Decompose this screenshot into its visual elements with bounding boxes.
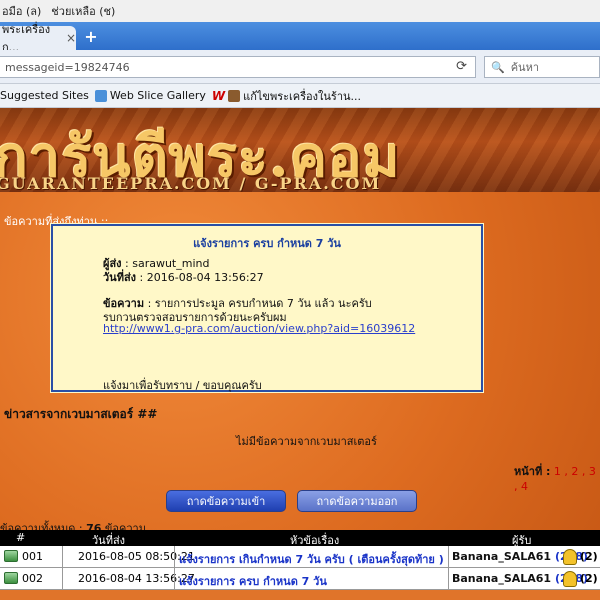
navigation-bar: messageid=19824746 ⟳ 🔍 ค้นหา <box>0 50 600 84</box>
row-count: (2) <box>580 550 598 563</box>
row-subject[interactable]: แจ้งรายการ ครบ กำหนด 7 วัน <box>179 572 327 590</box>
address-text: messageid=19824746 <box>5 60 130 74</box>
divider <box>174 568 175 590</box>
header-number: # <box>16 531 26 544</box>
bookmark-label: Web Slice Gallery <box>109 89 206 102</box>
pagination: หน้าที่ : 1 , 2 , 3 , 4 <box>514 462 600 493</box>
bookmarks-bar: Suggested Sites Web Slice Gallery W แก้ไ… <box>0 84 600 108</box>
divider <box>62 546 63 568</box>
page-icon <box>228 89 241 102</box>
row-number: 001 <box>22 550 43 563</box>
close-icon[interactable]: × <box>66 31 76 45</box>
webmaster-news-empty: ไม่มีข้อความจากเวบมาสเตอร์ <box>236 435 377 448</box>
row-date: 2016-08-04 13:56:27 <box>78 572 195 585</box>
divider <box>448 546 449 568</box>
table-row[interactable]: 001 2016-08-05 08:50:21 แจ้งรายการ เกินก… <box>0 546 600 568</box>
message-footer: แจ้งมาเพื่อรับทราบ / ขอบคุณครับ <box>103 379 262 392</box>
row-number: 002 <box>22 572 43 585</box>
divider <box>448 568 449 590</box>
tab-strip: พระเครื่องก... × + <box>0 22 600 54</box>
pagination-label: หน้าที่ : <box>514 465 551 478</box>
row-date: 2016-08-05 08:50:21 <box>78 550 195 563</box>
message-title: แจ้งรายการ ครบ กำหนด 7 วัน <box>193 237 341 250</box>
search-input[interactable]: 🔍 ค้นหา <box>484 56 600 78</box>
bookmark-edit-amulets[interactable]: W แก้ไขพระเครื่องในร้าน... <box>212 87 361 105</box>
site-banner: การันตีพระ.คอม GUARANTEEPRA.COM / G-PRA.… <box>0 108 600 192</box>
bookmark-web-slice-gallery[interactable]: Web Slice Gallery <box>94 89 206 102</box>
browser-menubar: อมือ (ล) ช่วยเหลือ (ช) <box>0 0 600 22</box>
divider <box>62 568 63 590</box>
bookmark-label: Suggested Sites <box>0 89 89 102</box>
message-box: แจ้งรายการ ครบ กำหนด 7 วัน ผู้ส่ง : sara… <box>50 223 484 393</box>
search-icon: 🔍 <box>491 60 505 74</box>
table-row[interactable]: 002 2016-08-04 13:56:27 แจ้งรายการ ครบ ก… <box>0 568 600 590</box>
message-read-icon <box>4 550 18 562</box>
new-tab-button[interactable]: + <box>82 28 100 46</box>
inbox-button[interactable]: ถาดข้อความเข้า <box>166 490 286 512</box>
w-logo-icon: W <box>211 88 226 103</box>
refresh-icon[interactable]: ⟳ <box>456 59 467 74</box>
webmaster-news-heading: ข่าวสารจากเวบมาสเตอร์ ## <box>4 407 158 421</box>
site-logo-subtitle: GUARANTEEPRA.COM / G-PRA.COM <box>0 174 382 192</box>
row-subject[interactable]: แจ้งรายการ เกินกำหนด 7 วัน ครับ ( เตือนค… <box>179 550 444 568</box>
auction-link[interactable]: http://www1.g-pra.com/auction/view.php?a… <box>103 322 415 335</box>
browser-tab[interactable]: พระเครื่องก... × <box>0 23 76 54</box>
address-bar[interactable]: messageid=19824746 ⟳ <box>0 56 476 78</box>
ie-icon <box>94 89 107 102</box>
menu-help[interactable]: ช่วยเหลือ (ช) <box>51 2 115 20</box>
bookmark-suggested-sites[interactable]: Suggested Sites <box>0 89 89 102</box>
rank-badge-icon <box>563 549 577 565</box>
table-header: # วันที่ส่ง หัวข้อเรื่อง ผู้รับ <box>0 530 600 547</box>
message-date: วันที่ส่ง : 2016-08-04 13:56:27 <box>103 271 264 284</box>
row-count: (2) <box>580 572 598 585</box>
search-placeholder: ค้นหา <box>510 61 540 74</box>
message-read-icon <box>4 572 18 584</box>
outbox-button[interactable]: ถาดข้อความออก <box>297 490 417 512</box>
menu-tools[interactable]: อมือ (ล) <box>2 2 41 20</box>
bookmark-label: แก้ไขพระเครื่องในร้าน... <box>243 89 361 103</box>
divider <box>174 546 175 568</box>
rank-badge-icon <box>563 571 577 587</box>
